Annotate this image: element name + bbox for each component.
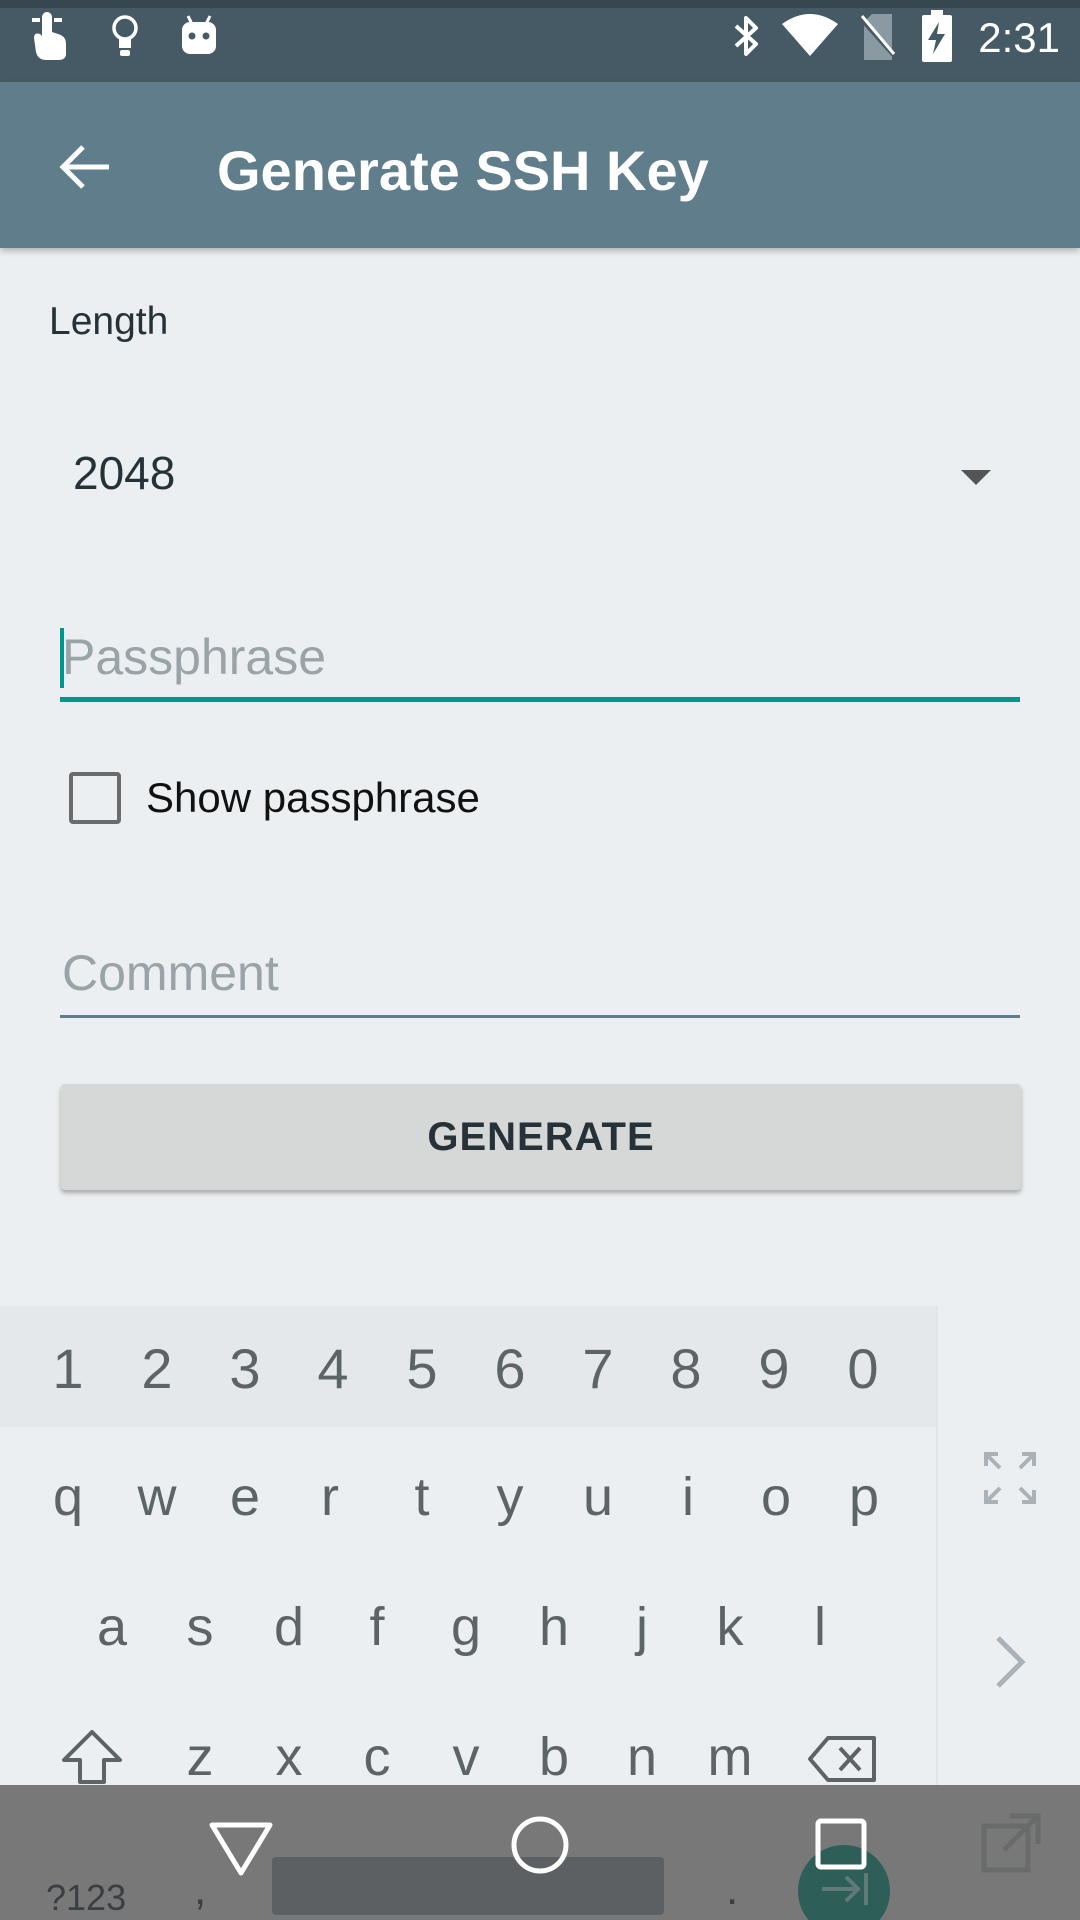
key[interactable]: d bbox=[249, 1596, 329, 1658]
length-dropdown[interactable]: 2048 bbox=[49, 428, 1021, 518]
key[interactable]: s bbox=[160, 1596, 240, 1658]
recents-square-icon[interactable] bbox=[814, 1817, 868, 1871]
comment-field[interactable] bbox=[60, 928, 1020, 1018]
shift-icon[interactable] bbox=[60, 1728, 124, 1788]
show-passphrase-checkbox[interactable] bbox=[69, 772, 121, 824]
key[interactable]: m bbox=[690, 1726, 770, 1788]
key[interactable]: 1 bbox=[28, 1336, 108, 1401]
key[interactable]: c bbox=[337, 1726, 417, 1788]
key[interactable]: f bbox=[337, 1596, 417, 1658]
keyboard-number-row: 1 2 3 4 5 6 7 8 9 0 bbox=[0, 1306, 936, 1427]
page-title: Generate SSH Key bbox=[217, 139, 709, 202]
passphrase-underline bbox=[60, 697, 1020, 702]
spacebar[interactable] bbox=[272, 1857, 664, 1915]
android-icon bbox=[182, 15, 216, 54]
key[interactable]: 9 bbox=[734, 1336, 814, 1401]
key[interactable]: n bbox=[602, 1726, 682, 1788]
wifi-icon bbox=[782, 14, 838, 56]
comment-underline bbox=[60, 1015, 1020, 1018]
key[interactable]: i bbox=[648, 1466, 728, 1528]
length-dropdown-value: 2048 bbox=[73, 447, 176, 499]
key[interactable]: x bbox=[249, 1726, 329, 1788]
key[interactable]: 8 bbox=[646, 1336, 726, 1401]
passphrase-field[interactable] bbox=[60, 612, 1020, 702]
key[interactable]: g bbox=[426, 1596, 506, 1658]
key[interactable]: t bbox=[382, 1466, 462, 1528]
key[interactable]: w bbox=[117, 1466, 197, 1528]
key[interactable]: 5 bbox=[382, 1336, 462, 1401]
fullscreen-icon[interactable] bbox=[984, 1452, 1036, 1504]
home-circle-icon[interactable] bbox=[508, 1813, 572, 1877]
key[interactable]: l bbox=[780, 1596, 860, 1658]
key[interactable]: a bbox=[72, 1596, 152, 1658]
show-passphrase-label: Show passphrase bbox=[146, 774, 480, 821]
key[interactable]: z bbox=[160, 1726, 240, 1788]
touch-icon bbox=[32, 12, 66, 60]
generate-button[interactable]: GENERATE bbox=[61, 1084, 1021, 1190]
key[interactable]: q bbox=[28, 1466, 108, 1528]
no-sim-icon bbox=[860, 14, 896, 60]
bluetooth-icon bbox=[734, 16, 758, 56]
navigation-bar: ?123 , . bbox=[0, 1785, 1080, 1920]
key[interactable]: j bbox=[602, 1596, 682, 1658]
key[interactable]: h bbox=[514, 1596, 594, 1658]
key[interactable]: o bbox=[736, 1466, 816, 1528]
key[interactable]: 6 bbox=[470, 1336, 550, 1401]
dropdown-arrow-icon bbox=[961, 470, 991, 485]
back-triangle-icon[interactable] bbox=[208, 1821, 274, 1877]
length-label: Length bbox=[49, 300, 169, 343]
symbols-key[interactable]: ?123 bbox=[46, 1877, 126, 1919]
key[interactable]: v bbox=[426, 1726, 506, 1788]
key[interactable]: y bbox=[470, 1466, 550, 1528]
key[interactable]: r bbox=[290, 1466, 370, 1528]
battery-charging-icon bbox=[922, 10, 952, 62]
key[interactable]: 3 bbox=[205, 1336, 285, 1401]
comma-key[interactable]: , bbox=[194, 1865, 206, 1915]
key[interactable]: k bbox=[690, 1596, 770, 1658]
chevron-right-icon[interactable] bbox=[992, 1634, 1028, 1690]
back-button[interactable] bbox=[40, 132, 130, 202]
arrow-back-icon bbox=[59, 145, 109, 189]
lightbulb-icon bbox=[112, 15, 138, 56]
key[interactable]: 4 bbox=[293, 1336, 373, 1401]
status-bar: 2:31 bbox=[0, 0, 1080, 82]
status-bar-top-strip bbox=[0, 0, 1080, 8]
period-key[interactable]: . bbox=[726, 1865, 738, 1915]
status-time: 2:31 bbox=[978, 14, 1060, 61]
key[interactable]: p bbox=[824, 1466, 904, 1528]
app-bar: Generate SSH Key bbox=[0, 82, 1080, 248]
backspace-icon[interactable] bbox=[808, 1734, 878, 1784]
key[interactable]: e bbox=[205, 1466, 285, 1528]
form-content: Length 2048 Show passphrase GENERATE bbox=[0, 248, 1080, 1306]
show-passphrase-row[interactable]: Show passphrase bbox=[69, 768, 480, 828]
passphrase-input[interactable] bbox=[60, 612, 1020, 702]
key[interactable]: 2 bbox=[117, 1336, 197, 1401]
comment-input[interactable] bbox=[60, 928, 1020, 1018]
next-icon bbox=[822, 1873, 868, 1905]
key[interactable]: b bbox=[514, 1726, 594, 1788]
text-cursor bbox=[60, 628, 64, 688]
key[interactable]: 0 bbox=[823, 1336, 903, 1401]
key[interactable]: u bbox=[558, 1466, 638, 1528]
key[interactable]: 7 bbox=[558, 1336, 638, 1401]
